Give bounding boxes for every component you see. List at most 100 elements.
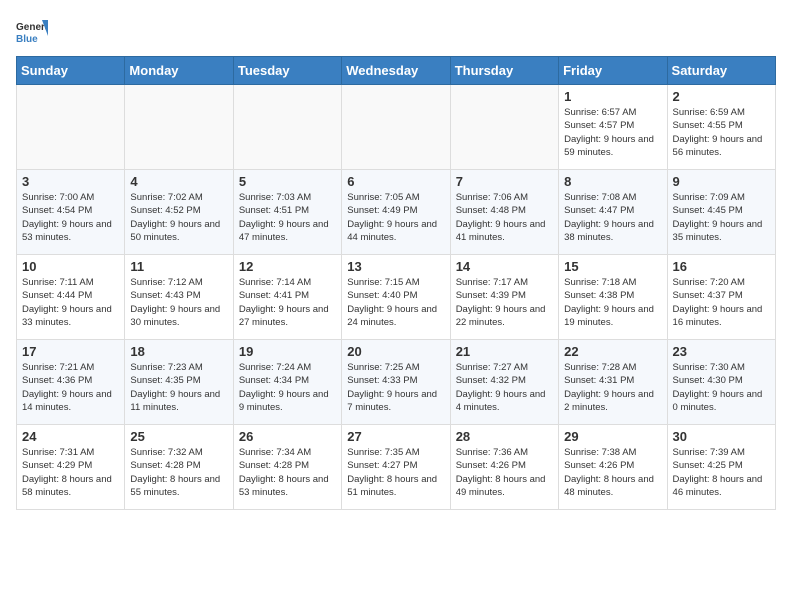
cell-info: Sunset: 4:28 PM	[130, 459, 227, 472]
cell-info: Sunrise: 7:27 AM	[456, 361, 553, 374]
calendar-cell: 7Sunrise: 7:06 AMSunset: 4:48 PMDaylight…	[450, 170, 558, 255]
calendar-cell	[450, 85, 558, 170]
cell-info: Sunset: 4:49 PM	[347, 204, 444, 217]
header-thursday: Thursday	[450, 57, 558, 85]
calendar-cell: 4Sunrise: 7:02 AMSunset: 4:52 PMDaylight…	[125, 170, 233, 255]
cell-info: Sunrise: 7:30 AM	[673, 361, 770, 374]
day-number: 3	[22, 174, 119, 189]
calendar-cell	[342, 85, 450, 170]
cell-info: Sunset: 4:27 PM	[347, 459, 444, 472]
calendar-cell: 10Sunrise: 7:11 AMSunset: 4:44 PMDayligh…	[17, 255, 125, 340]
cell-info: Sunset: 4:55 PM	[673, 119, 770, 132]
cell-info: Sunrise: 7:15 AM	[347, 276, 444, 289]
cell-info: Sunset: 4:44 PM	[22, 289, 119, 302]
cell-info: Daylight: 8 hours and 55 minutes.	[130, 473, 227, 500]
cell-info: Sunset: 4:29 PM	[22, 459, 119, 472]
cell-info: Sunrise: 7:24 AM	[239, 361, 336, 374]
cell-info: Daylight: 9 hours and 11 minutes.	[130, 388, 227, 415]
calendar-cell: 29Sunrise: 7:38 AMSunset: 4:26 PMDayligh…	[559, 425, 667, 510]
logo: General Blue	[16, 16, 48, 48]
cell-info: Sunset: 4:33 PM	[347, 374, 444, 387]
cell-info: Sunrise: 7:05 AM	[347, 191, 444, 204]
day-number: 16	[673, 259, 770, 274]
cell-info: Sunrise: 7:23 AM	[130, 361, 227, 374]
cell-info: Daylight: 9 hours and 41 minutes.	[456, 218, 553, 245]
calendar-header: SundayMondayTuesdayWednesdayThursdayFrid…	[17, 57, 776, 85]
svg-text:General: General	[16, 22, 48, 33]
cell-info: Daylight: 9 hours and 2 minutes.	[564, 388, 661, 415]
calendar-body: 1Sunrise: 6:57 AMSunset: 4:57 PMDaylight…	[17, 85, 776, 510]
cell-info: Daylight: 9 hours and 59 minutes.	[564, 133, 661, 160]
day-number: 25	[130, 429, 227, 444]
cell-info: Sunrise: 7:06 AM	[456, 191, 553, 204]
cell-info: Sunset: 4:51 PM	[239, 204, 336, 217]
day-number: 7	[456, 174, 553, 189]
week-row-5: 24Sunrise: 7:31 AMSunset: 4:29 PMDayligh…	[17, 425, 776, 510]
cell-info: Sunset: 4:31 PM	[564, 374, 661, 387]
cell-info: Sunset: 4:26 PM	[456, 459, 553, 472]
calendar-cell: 11Sunrise: 7:12 AMSunset: 4:43 PMDayligh…	[125, 255, 233, 340]
cell-info: Sunrise: 7:14 AM	[239, 276, 336, 289]
day-number: 4	[130, 174, 227, 189]
day-number: 24	[22, 429, 119, 444]
day-number: 11	[130, 259, 227, 274]
cell-info: Daylight: 9 hours and 33 minutes.	[22, 303, 119, 330]
calendar-cell: 13Sunrise: 7:15 AMSunset: 4:40 PMDayligh…	[342, 255, 450, 340]
header-sunday: Sunday	[17, 57, 125, 85]
cell-info: Sunrise: 7:21 AM	[22, 361, 119, 374]
cell-info: Sunset: 4:57 PM	[564, 119, 661, 132]
cell-info: Sunset: 4:47 PM	[564, 204, 661, 217]
cell-info: Sunset: 4:32 PM	[456, 374, 553, 387]
calendar-table: SundayMondayTuesdayWednesdayThursdayFrid…	[16, 56, 776, 510]
day-number: 29	[564, 429, 661, 444]
day-number: 21	[456, 344, 553, 359]
cell-info: Sunset: 4:43 PM	[130, 289, 227, 302]
cell-info: Sunset: 4:26 PM	[564, 459, 661, 472]
calendar-cell: 16Sunrise: 7:20 AMSunset: 4:37 PMDayligh…	[667, 255, 775, 340]
calendar-cell: 30Sunrise: 7:39 AMSunset: 4:25 PMDayligh…	[667, 425, 775, 510]
cell-info: Sunrise: 7:36 AM	[456, 446, 553, 459]
cell-info: Daylight: 9 hours and 24 minutes.	[347, 303, 444, 330]
calendar-cell: 28 Sunrise: 7:36 AMSunset: 4:26 PMDayligh…	[450, 425, 558, 510]
cell-info: Sunrise: 7:02 AM	[130, 191, 227, 204]
svg-text:Blue: Blue	[16, 34, 38, 45]
cell-info: Daylight: 9 hours and 44 minutes.	[347, 218, 444, 245]
cell-info: Sunrise: 7:39 AM	[673, 446, 770, 459]
cell-info: Sunrise: 7:32 AM	[130, 446, 227, 459]
cell-info: Daylight: 8 hours and 49 minutes.	[456, 473, 553, 500]
calendar-cell	[125, 85, 233, 170]
cell-info: Sunrise: 7:09 AM	[673, 191, 770, 204]
calendar-cell: 9Sunrise: 7:09 AMSunset: 4:45 PMDaylight…	[667, 170, 775, 255]
day-number: 12	[239, 259, 336, 274]
cell-info: Sunset: 4:30 PM	[673, 374, 770, 387]
header-monday: Monday	[125, 57, 233, 85]
cell-info: Daylight: 8 hours and 46 minutes.	[673, 473, 770, 500]
calendar-cell: 3Sunrise: 7:00 AMSunset: 4:54 PMDaylight…	[17, 170, 125, 255]
cell-info: Sunset: 4:41 PM	[239, 289, 336, 302]
cell-info: Daylight: 9 hours and 38 minutes.	[564, 218, 661, 245]
calendar-cell: 18Sunrise: 7:23 AMSunset: 4:35 PMDayligh…	[125, 340, 233, 425]
day-number: 17	[22, 344, 119, 359]
cell-info: Daylight: 9 hours and 56 minutes.	[673, 133, 770, 160]
day-number: 27	[347, 429, 444, 444]
cell-info: Sunrise: 7:11 AM	[22, 276, 119, 289]
calendar-cell: 17Sunrise: 7:21 AMSunset: 4:36 PMDayligh…	[17, 340, 125, 425]
calendar-cell: 23Sunrise: 7:30 AMSunset: 4:30 PMDayligh…	[667, 340, 775, 425]
week-row-3: 10Sunrise: 7:11 AMSunset: 4:44 PMDayligh…	[17, 255, 776, 340]
calendar-cell: 8Sunrise: 7:08 AMSunset: 4:47 PMDaylight…	[559, 170, 667, 255]
header-friday: Friday	[559, 57, 667, 85]
day-number: 14	[456, 259, 553, 274]
cell-info: Sunrise: 7:34 AM	[239, 446, 336, 459]
day-number: 26	[239, 429, 336, 444]
calendar-cell: 14Sunrise: 7:17 AMSunset: 4:39 PMDayligh…	[450, 255, 558, 340]
day-number: 28	[456, 429, 553, 444]
calendar-cell: 12Sunrise: 7:14 AMSunset: 4:41 PMDayligh…	[233, 255, 341, 340]
cell-info: Sunset: 4:37 PM	[673, 289, 770, 302]
cell-info: Sunset: 4:54 PM	[22, 204, 119, 217]
cell-info: Sunset: 4:52 PM	[130, 204, 227, 217]
cell-info: Sunrise: 7:35 AM	[347, 446, 444, 459]
cell-info: Daylight: 9 hours and 14 minutes.	[22, 388, 119, 415]
calendar-cell: 24Sunrise: 7:31 AMSunset: 4:29 PMDayligh…	[17, 425, 125, 510]
calendar-cell: 26Sunrise: 7:34 AMSunset: 4:28 PMDayligh…	[233, 425, 341, 510]
page-header: General Blue	[16, 16, 776, 48]
